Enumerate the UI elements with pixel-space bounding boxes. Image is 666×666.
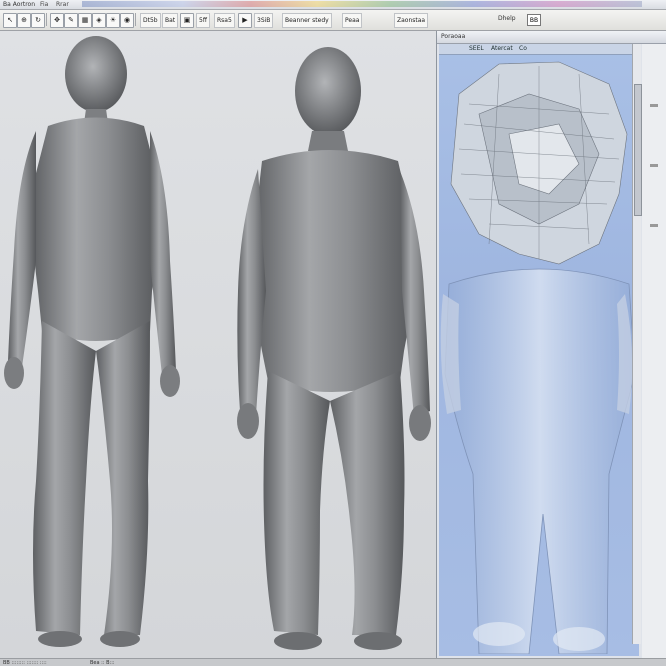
- save-icon[interactable]: ▣: [180, 13, 194, 28]
- sculpt-app-window: Ba Aortron Fia Rrar ↖ ⊕ ↻ ✥ ✎ ▦ ◈ ☀ ◉ Dt…: [0, 0, 666, 666]
- toolbar-button-dt5b[interactable]: Dt5b: [140, 13, 161, 28]
- grid-icon[interactable]: ▦: [78, 13, 92, 28]
- toolbar-divider: [135, 13, 136, 26]
- zoom-value-field[interactable]: BB: [527, 14, 541, 26]
- app-title: Ba Aortron: [3, 1, 35, 8]
- brush-icon[interactable]: ✎: [64, 13, 78, 28]
- title-bar-gradient: [82, 1, 642, 7]
- camera-icon[interactable]: ◉: [120, 13, 134, 28]
- rotate-icon[interactable]: ↻: [31, 13, 45, 28]
- panel-header: Poraoaa: [437, 31, 666, 44]
- toolbar-button-zaonstaa[interactable]: Zaonstaa: [394, 13, 429, 28]
- panel-title: Poraoaa: [441, 33, 466, 40]
- toolbar-button-5ff[interactable]: 5ff: [196, 13, 210, 28]
- tab-atercat[interactable]: Atercat: [491, 45, 513, 52]
- toolbar-button-beanner-stedy[interactable]: Beanner stedy: [282, 13, 332, 28]
- viewport-canvas: [4, 36, 431, 650]
- tab-co[interactable]: Co: [519, 45, 527, 52]
- zoom-label: Dhelp: [498, 15, 516, 22]
- toolbar-divider: [46, 13, 47, 26]
- render-icon[interactable]: ▶: [238, 13, 252, 28]
- light-icon[interactable]: ☀: [106, 13, 120, 28]
- zoom-icon[interactable]: ⊕: [17, 13, 31, 28]
- 3d-viewport[interactable]: [0, 31, 436, 658]
- status-bar: BB :::::::: ::::::: :::: Bea :: B:::: [0, 658, 666, 666]
- sculpt-figure-right[interactable]: [237, 47, 431, 650]
- toolbar: ↖ ⊕ ↻ ✥ ✎ ▦ ◈ ☀ ◉ Dt5b Bat ▣ 5ff Rsa5 ▶ …: [0, 10, 666, 31]
- toolbar-button-bat[interactable]: Bat: [162, 13, 179, 28]
- scan-model-preview: [440, 61, 636, 654]
- menu-item-file[interactable]: Fia: [40, 1, 48, 8]
- strip-marker: [650, 104, 658, 107]
- pointer-icon[interactable]: ↖: [3, 13, 17, 28]
- pan-icon[interactable]: ✥: [50, 13, 64, 28]
- status-left-text: BB :::::::: ::::::: ::::: [3, 660, 47, 666]
- preview-scrollbar[interactable]: [632, 44, 642, 644]
- sculpt-figure-left[interactable]: [4, 36, 180, 647]
- menu-item-render[interactable]: Rrar: [56, 1, 69, 8]
- tab-seel[interactable]: SEEL: [469, 45, 484, 52]
- toolbar-button-peaa[interactable]: Peaa: [342, 13, 363, 28]
- scan-preview[interactable]: SEEL Atercat Co: [439, 44, 639, 656]
- status-mid-text: Bea :: B:::: [90, 660, 115, 666]
- scrollbar-thumb[interactable]: [634, 84, 642, 216]
- strip-marker: [650, 224, 658, 227]
- toolbar-button-rsa5[interactable]: Rsa5: [214, 13, 235, 28]
- strip-marker: [650, 164, 658, 167]
- menu-bar: Ba Aortron Fia Rrar: [0, 0, 666, 10]
- mesh-icon[interactable]: ◈: [92, 13, 106, 28]
- side-strip: [642, 44, 666, 658]
- toolbar-button-3sib[interactable]: 3SiB: [254, 13, 274, 28]
